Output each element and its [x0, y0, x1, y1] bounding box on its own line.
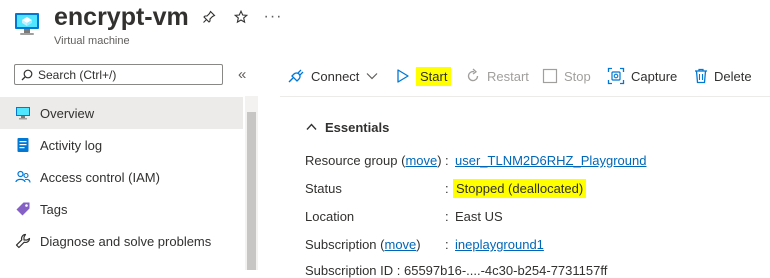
sidebar-item-label: Tags: [40, 201, 68, 217]
move-subscription-link[interactable]: move: [385, 237, 417, 252]
monitor-icon: [15, 105, 31, 121]
subscription-link[interactable]: ineplayground1: [455, 237, 544, 252]
page-subtitle: Virtual machine: [54, 35, 130, 47]
search-input[interactable]: Search (Ctrl+/): [14, 64, 223, 85]
stop-button[interactable]: Stop: [542, 63, 591, 89]
restart-button[interactable]: Restart: [465, 63, 529, 89]
sidebar-item-label: Access control (IAM): [40, 169, 160, 185]
tag-icon: [15, 201, 31, 217]
delete-label: Delete: [714, 68, 752, 84]
restart-label: Restart: [487, 68, 529, 84]
wrench-icon: [15, 233, 31, 249]
resource-group-link[interactable]: user_TLNM2D6RHZ_Playground: [455, 153, 646, 168]
chevron-down-icon: [366, 73, 378, 80]
start-button[interactable]: Start: [396, 63, 452, 89]
subscription-value[interactable]: ineplayground1: [455, 237, 544, 252]
capture-icon: [607, 67, 625, 85]
connect-button[interactable]: Connect: [287, 63, 378, 89]
status-value: Stopped (deallocated): [453, 179, 587, 198]
connect-label: Connect: [311, 68, 360, 84]
chevron-up-icon: [306, 122, 317, 134]
row-separator: :: [445, 237, 449, 252]
status-label: Status: [305, 181, 342, 196]
activity-log-icon: [15, 137, 31, 153]
sidebar-item-overview[interactable]: Overview: [0, 97, 243, 129]
search-placeholder: Search (Ctrl+/): [38, 67, 117, 82]
sidebar-item-diagnose[interactable]: Diagnose and solve problems: [0, 225, 243, 257]
sidebar-item-label: Activity log: [40, 137, 103, 153]
stop-label: Stop: [564, 68, 591, 84]
sidebar-item-label: Overview: [40, 105, 95, 121]
capture-button[interactable]: Capture: [607, 63, 677, 89]
search-icon: [21, 69, 33, 80]
location-label: Location: [305, 209, 355, 224]
virtual-machine-icon: [14, 11, 40, 37]
row-separator: :: [445, 153, 449, 168]
capture-label: Capture: [631, 68, 678, 84]
sidebar-scrollbar-thumb[interactable]: [247, 112, 256, 270]
sidebar-item-activity-log[interactable]: Activity log: [0, 129, 243, 161]
page-title: encrypt-vm: [54, 3, 189, 31]
people-icon: [15, 169, 31, 185]
essentials-toggle[interactable]: Essentials: [306, 120, 389, 135]
sidebar-item-access-control[interactable]: Access control (IAM): [0, 161, 243, 193]
collapse-sidebar-button[interactable]: «: [238, 66, 246, 83]
toolbar-divider: [280, 96, 770, 97]
row-label-text: Subscription: [305, 237, 377, 252]
pin-icon[interactable]: [200, 8, 218, 26]
resource-group-label: Resource group (move): [305, 153, 442, 168]
essentials-title: Essentials: [325, 120, 390, 135]
stop-icon: [542, 68, 558, 84]
trash-icon: [695, 68, 707, 84]
delete-button[interactable]: Delete: [694, 63, 752, 89]
row-separator: :: [445, 209, 449, 224]
start-label: Start: [416, 66, 452, 86]
sidebar-item-label: Diagnose and solve problems: [40, 233, 212, 249]
more-options-icon[interactable]: ···: [264, 8, 282, 26]
row-separator: :: [445, 181, 449, 196]
star-icon[interactable]: [232, 8, 250, 26]
subscription-id-row: Subscription ID : 65597b16-....-4c30-b25…: [305, 263, 608, 278]
subscription-label: Subscription (move): [305, 237, 421, 252]
status-text: Stopped (deallocated): [453, 179, 587, 198]
restart-icon: [467, 68, 479, 82]
sidebar-item-tags[interactable]: Tags: [0, 193, 243, 225]
resource-group-value[interactable]: user_TLNM2D6RHZ_Playground: [455, 153, 646, 168]
location-value: East US: [455, 209, 503, 224]
play-icon: [397, 69, 409, 83]
plug-icon: [288, 69, 304, 83]
row-label-text: Resource group: [305, 153, 398, 168]
move-resource-group-link[interactable]: move: [405, 153, 437, 168]
